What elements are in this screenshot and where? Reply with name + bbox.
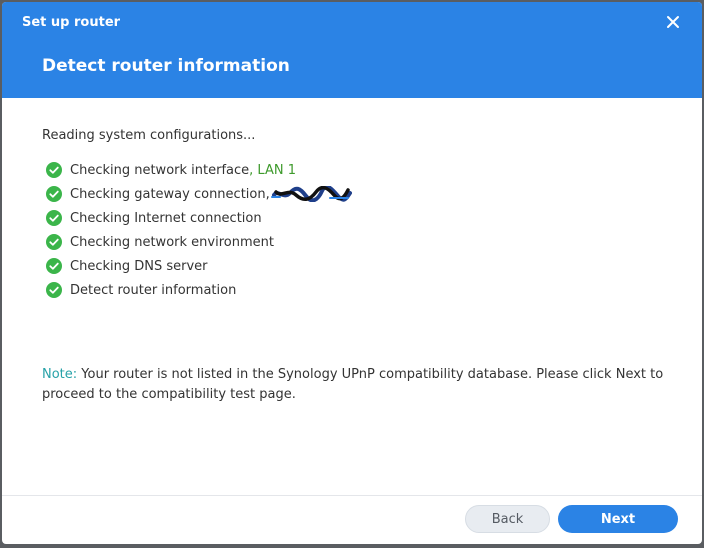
check-item-network-interface: Checking network interface, LAN 1 xyxy=(46,158,352,182)
check-label: Checking DNS server xyxy=(70,258,208,274)
check-label: Checking Internet connection xyxy=(70,210,262,226)
status-text: Reading system configurations... xyxy=(42,128,256,143)
check-item-internet-connection: Checking Internet connection xyxy=(46,206,352,230)
check-circle-icon xyxy=(46,210,62,226)
close-icon[interactable] xyxy=(663,12,683,32)
redaction-scribble xyxy=(270,186,352,202)
setup-router-dialog: Set up router Detect router information … xyxy=(2,2,702,544)
check-circle-icon xyxy=(46,162,62,178)
dialog-header: Set up router Detect router information xyxy=(2,2,702,98)
check-circle-icon xyxy=(46,234,62,250)
back-button[interactable]: Back xyxy=(465,505,550,533)
check-label: Checking network environment xyxy=(70,234,274,250)
check-list: Checking network interface, LAN 1 Checki… xyxy=(46,158,352,302)
check-item-router-information: Detect router information xyxy=(46,278,352,302)
next-button[interactable]: Next xyxy=(558,505,678,533)
check-circle-icon xyxy=(46,258,62,274)
window-title: Set up router xyxy=(22,15,121,30)
check-label: Detect router information xyxy=(70,282,237,298)
step-title: Detect router information xyxy=(42,56,290,76)
check-item-network-environment: Checking network environment xyxy=(46,230,352,254)
check-circle-icon xyxy=(46,282,62,298)
check-label: Checking gateway connection, xyxy=(70,186,270,202)
compatibility-note: Note: Your router is not listed in the S… xyxy=(42,365,667,405)
note-text: Your router is not listed in the Synolog… xyxy=(42,367,664,402)
interface-value: , LAN 1 xyxy=(249,162,296,178)
note-label: Note: xyxy=(42,367,78,382)
check-item-dns-server: Checking DNS server xyxy=(46,254,352,278)
footer-divider xyxy=(2,495,702,496)
check-item-gateway-connection: Checking gateway connection, xyxy=(46,182,352,206)
check-label: Checking network interface xyxy=(70,162,250,178)
check-circle-icon xyxy=(46,186,62,202)
